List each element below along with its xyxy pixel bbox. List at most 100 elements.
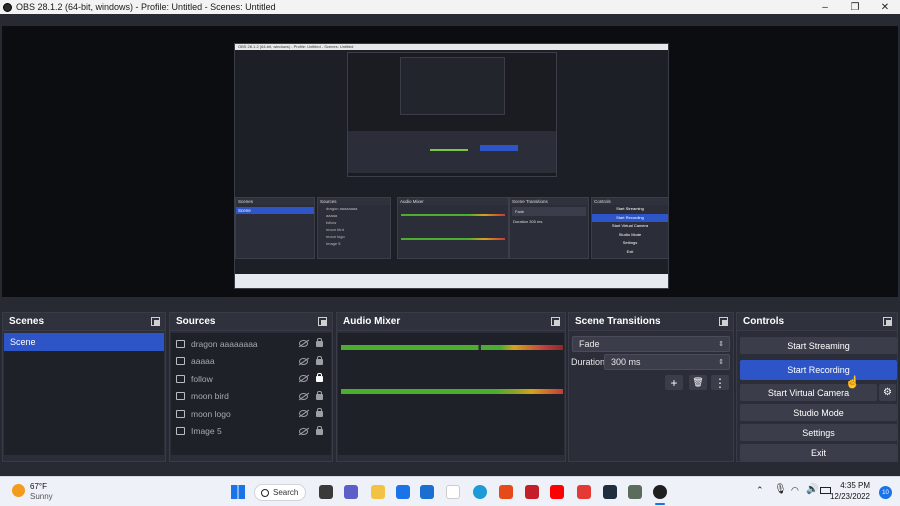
volume-icon[interactable]: 🔊 (806, 484, 818, 495)
image-icon (176, 427, 185, 436)
wifi-icon[interactable]: ◠ (791, 485, 799, 496)
duration-stepper[interactable]: 300 ms ⇕ (604, 354, 730, 370)
scene-transitions-header: Scene Transitions (575, 316, 661, 327)
lock-icon[interactable] (316, 355, 323, 365)
file-explorer-icon[interactable] (371, 485, 385, 499)
taskbar-search[interactable]: Search (254, 484, 306, 501)
sources-list[interactable]: dragon aaaaaaaa aaaaa follow moon bird m… (171, 333, 331, 455)
visibility-hidden-icon[interactable] (299, 410, 308, 417)
store-icon[interactable] (396, 485, 410, 499)
amazon-icon[interactable] (446, 485, 460, 499)
preview-area[interactable]: OBS 28.1.2 (64-bit, windows) - Profile: … (2, 26, 898, 297)
status-bar (0, 462, 900, 476)
game-app-icon[interactable] (628, 485, 642, 499)
lock-icon[interactable] (316, 338, 323, 347)
source-item[interactable]: moon logo (171, 405, 331, 423)
volume-meter (341, 389, 563, 394)
preview-scene-item: Scene (236, 207, 314, 214)
visibility-hidden-icon[interactable] (299, 375, 308, 382)
obs-main-window: OBS 28.1.2 (64-bit, windows) - Profile: … (0, 14, 900, 476)
gear-icon: ⚙ (883, 387, 892, 398)
l-app-icon[interactable] (420, 485, 434, 499)
chevron-updown-icon: ⇕ (718, 341, 724, 348)
image-icon (176, 409, 185, 418)
image-icon (176, 357, 185, 366)
microphone-icon[interactable]: 🎙 (774, 484, 787, 495)
preview-sources-panel: Sources dragon aaaaaaaa aaaaa follow moo… (317, 197, 391, 259)
settings-button[interactable]: Settings (740, 424, 897, 441)
taskbar-clock[interactable]: 4:35 PM 12/23/2022 (830, 480, 870, 502)
chevron-up-icon[interactable]: ⌃ (756, 485, 764, 496)
weather-desc: Sunny (30, 492, 53, 501)
lock-icon[interactable] (316, 373, 323, 382)
source-item[interactable]: moon bird (171, 388, 331, 406)
source-item[interactable]: dragon aaaaaaaa (171, 335, 331, 353)
scene-transitions-panel: Scene Transitions Fade ⇕ Duration 300 ms ⇕… (568, 312, 734, 462)
source-item[interactable]: aaaaa (171, 353, 331, 371)
audio-mixer-panel: Audio Mixer (336, 312, 566, 462)
preview-controls-panel: Controls Start Streaming Start Recording… (591, 197, 668, 259)
media-player-icon[interactable] (577, 485, 591, 499)
mcafee-icon[interactable] (525, 485, 539, 499)
add-transition-button[interactable]: + (665, 375, 683, 390)
preview-scenes-panel: Scenes Scene (235, 197, 315, 259)
notification-badge[interactable]: 10 (879, 486, 892, 499)
lock-icon[interactable] (316, 408, 323, 417)
preview-title: OBS 28.1.2 (64-bit, windows) - Profile: … (235, 44, 668, 50)
preview-taskbar (235, 274, 668, 288)
youtube-icon[interactable] (550, 485, 564, 499)
sources-header: Sources (176, 316, 216, 327)
undock-icon[interactable] (551, 317, 560, 326)
task-view-icon[interactable] (319, 485, 333, 499)
transition-properties-button[interactable]: ⋮ (711, 375, 729, 390)
undock-icon[interactable] (318, 317, 327, 326)
virtual-camera-settings-button[interactable]: ⚙ (879, 384, 896, 401)
waveform-app-icon[interactable] (603, 485, 617, 499)
undock-icon[interactable] (883, 317, 892, 326)
obs-taskbar-icon[interactable] (653, 485, 667, 499)
start-recording-button[interactable]: Start Recording (740, 360, 897, 380)
preview-transitions-panel: Scene Transitions Fade Duration 300 ms (509, 197, 589, 259)
exit-button[interactable]: Exit (740, 444, 897, 461)
windows-start-icon[interactable] (231, 485, 245, 499)
visibility-hidden-icon[interactable] (299, 340, 308, 347)
nested-preview (347, 52, 557, 177)
hand-cursor-icon: ☝ (845, 375, 860, 389)
preview-mixer-panel: Audio Mixer (397, 197, 509, 259)
source-item[interactable]: Image 5 (171, 423, 331, 441)
windows-taskbar: 67°F Sunny Search ⌃ 🎙 ◠ 🔊 4:35 PM 12/23/… (0, 476, 900, 506)
controls-header: Controls (743, 316, 785, 327)
visibility-hidden-icon[interactable] (299, 357, 308, 365)
image-icon (176, 374, 185, 383)
maximize-button[interactable]: ❐ (840, 0, 870, 14)
spinner-icon: ⇕ (718, 359, 724, 366)
remove-transition-button[interactable]: 🗑 (689, 375, 707, 390)
obs-logo-icon (3, 2, 12, 12)
controls-panel: Controls Start Streaming Start Recording… (736, 312, 898, 462)
preview-canvas[interactable]: OBS 28.1.2 (64-bit, windows) - Profile: … (234, 43, 669, 289)
source-item[interactable]: follow (171, 370, 331, 388)
image-icon (176, 339, 185, 348)
lock-icon[interactable] (316, 390, 323, 400)
undock-icon[interactable] (151, 317, 160, 326)
scenes-panel: Scenes Scene (2, 312, 166, 462)
visibility-hidden-icon[interactable] (299, 427, 308, 435)
window-title: OBS 28.1.2 (64-bit, windows) - Profile: … (16, 2, 276, 12)
window-titlebar: OBS 28.1.2 (64-bit, windows) - Profile: … (0, 0, 900, 14)
audio-mixer-header: Audio Mixer (343, 316, 401, 327)
scene-item[interactable]: Scene (4, 333, 164, 351)
visibility-hidden-icon[interactable] (299, 392, 308, 400)
lock-icon[interactable] (316, 425, 323, 435)
close-button[interactable]: ✕ (870, 0, 900, 14)
start-streaming-button[interactable]: Start Streaming (740, 337, 897, 354)
volume-meter (341, 345, 563, 350)
office-icon[interactable] (499, 485, 513, 499)
scenes-list[interactable]: Scene (4, 333, 164, 455)
edge-icon[interactable] (473, 485, 487, 499)
undock-icon[interactable] (719, 317, 728, 326)
transition-select[interactable]: Fade ⇕ (572, 336, 730, 352)
studio-mode-button[interactable]: Studio Mode (740, 404, 897, 421)
minimize-button[interactable]: – (810, 0, 840, 14)
chat-icon[interactable] (344, 485, 358, 499)
sources-panel: Sources dragon aaaaaaaa aaaaa follow moo… (169, 312, 333, 462)
